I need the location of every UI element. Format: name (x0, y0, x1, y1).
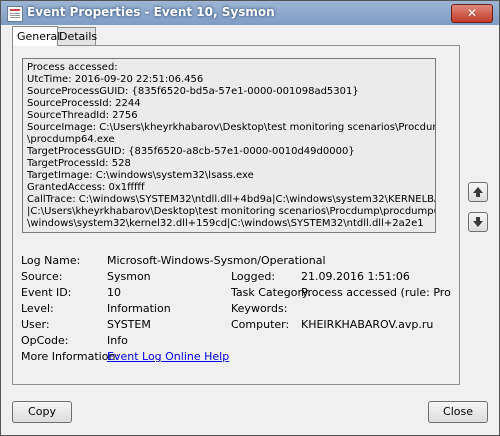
copy-button[interactable]: Copy (12, 401, 72, 423)
event-id-label: Event ID: (21, 286, 72, 299)
more-info-row: More Information: Event Log Online Help (21, 350, 451, 366)
keywords-label: Keywords: (231, 302, 288, 315)
more-info-label: More Information: (21, 350, 120, 363)
arrow-up-icon (473, 187, 483, 197)
opcode-value: Info (107, 334, 128, 347)
window-close-icon[interactable]: ✕ (451, 4, 493, 23)
arrow-down-icon (473, 217, 483, 227)
level-value: Information (107, 302, 171, 315)
message-line: \windows\system32\kernel32.dll+159cd|C:\… (27, 218, 424, 229)
event-id-row: Event ID: 10 Task Category: Process acce… (21, 286, 451, 302)
message-line: SourceImage: C:\Users\kheyrkhabarov\Desk… (27, 122, 436, 133)
event-message-box[interactable]: Process accessed: UtcTime: 2016-09-20 22… (22, 58, 436, 233)
event-viewer-icon (7, 6, 23, 22)
message-line: CallTrace: C:\windows\SYSTEM32\ntdll.dll… (27, 194, 435, 205)
level-label: Level: (21, 302, 54, 315)
close-button[interactable]: Close (428, 401, 488, 423)
task-category-label: Task Category: (231, 286, 312, 299)
opcode-row: OpCode: Info (21, 334, 451, 350)
opcode-label: OpCode: (21, 334, 69, 347)
computer-label: Computer: (231, 318, 290, 331)
message-line: SourceProcessGUID: {835f6520-bd5a-57e1-0… (27, 86, 359, 97)
event-id-value: 10 (107, 286, 121, 299)
user-value: SYSTEM (107, 318, 151, 331)
message-line: TargetProcessGUID: {835f6520-a8cb-57e1-0… (27, 146, 355, 157)
log-name-label: Log Name: (21, 254, 81, 267)
message-line: GrantedAccess: 0x1fffff (27, 182, 145, 193)
message-line: UtcTime: 2016-09-20 22:51:06.456 (27, 74, 204, 85)
logged-label: Logged: (231, 270, 276, 283)
title-bar[interactable]: Event Properties - Event 10, Sysmon ✕ (1, 1, 499, 25)
task-category-value: Process accessed (rule: ProcessAc (301, 286, 451, 299)
log-name-row: Log Name: Microsoft-Windows-Sysmon/Opera… (21, 254, 451, 270)
user-row: User: SYSTEM Computer: KHEIRKHABAROV.avp… (21, 318, 451, 334)
message-line: \procdump64.exe (27, 134, 115, 145)
log-name-value: Microsoft-Windows-Sysmon/Operational (107, 254, 326, 267)
message-line: |C:\Users\kheyrkhabarov\Desktop\test mon… (27, 206, 435, 217)
source-label: Source: (21, 270, 63, 283)
event-log-online-help-link[interactable]: Event Log Online Help (107, 350, 229, 363)
source-row: Source: Sysmon Logged: 21.09.2016 1:51:0… (21, 270, 451, 286)
logged-value: 21.09.2016 1:51:06 (301, 270, 410, 283)
source-value: Sysmon (107, 270, 151, 283)
message-line: SourceProcessId: 2244 (27, 98, 141, 109)
next-event-button[interactable] (468, 212, 488, 232)
general-tab-panel: Process accessed: UtcTime: 2016-09-20 22… (12, 45, 460, 385)
message-line: TargetImage: C:\windows\system32\lsass.e… (27, 170, 254, 181)
tab-general[interactable]: General (12, 26, 60, 46)
level-row: Level: Information Keywords: (21, 302, 451, 318)
user-label: User: (21, 318, 50, 331)
message-line: TargetProcessId: 528 (27, 158, 131, 169)
message-line: Process accessed: (27, 62, 118, 73)
computer-value: KHEIRKHABAROV.avp.ru (301, 318, 434, 331)
message-line: SourceThreadId: 2756 (27, 110, 138, 121)
event-properties-window: Event Properties - Event 10, Sysmon ✕ Ge… (0, 0, 500, 436)
previous-event-button[interactable] (468, 182, 488, 202)
window-title: Event Properties - Event 10, Sysmon (27, 5, 275, 19)
